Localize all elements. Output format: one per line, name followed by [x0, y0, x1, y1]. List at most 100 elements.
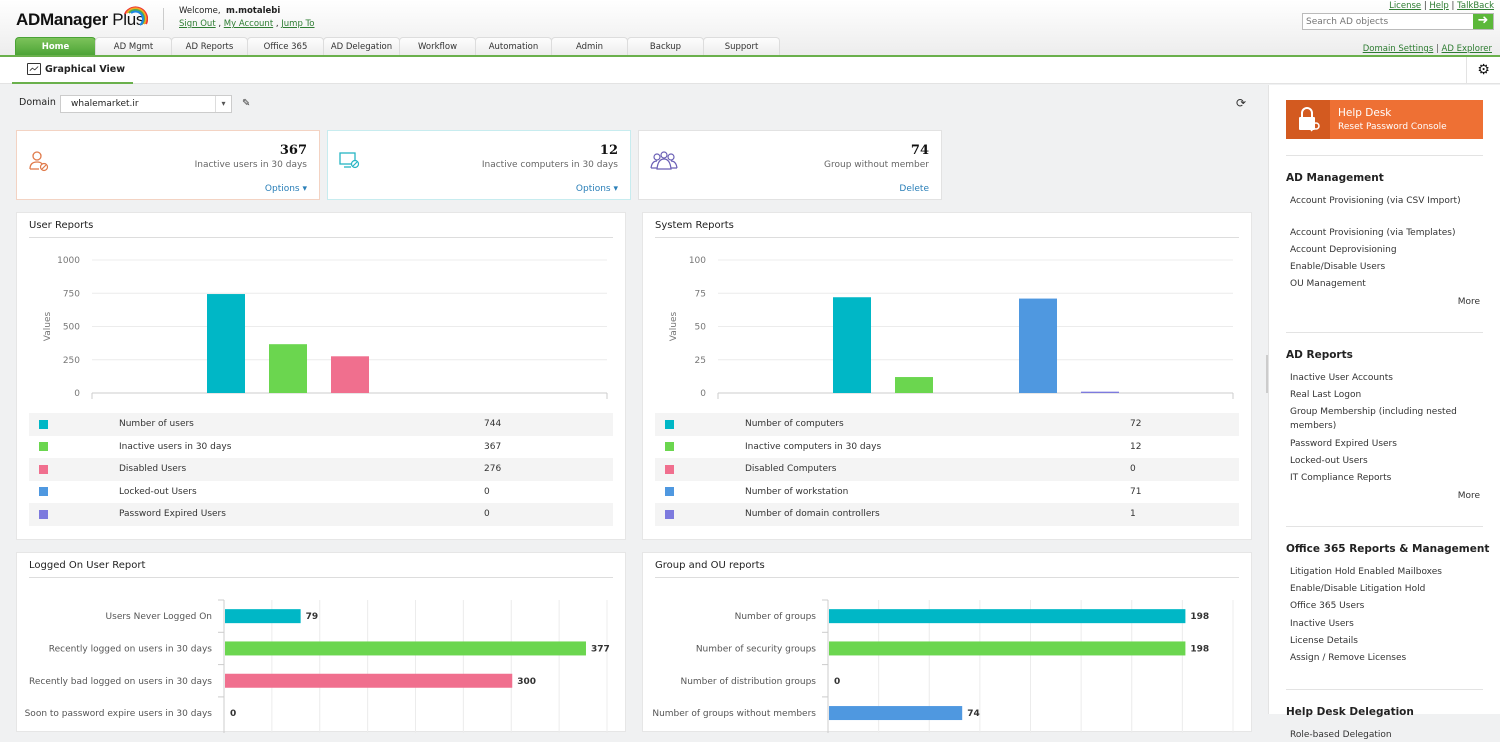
tab-workflow[interactable]: Workflow — [399, 37, 476, 56]
search-go-button[interactable]: ➜ — [1473, 14, 1493, 29]
card-description: Inactive users in 30 days — [194, 160, 307, 170]
legend-row[interactable]: Number of domain controllers 1 — [655, 503, 1239, 526]
gear-icon[interactable]: ⚙ — [1466, 57, 1500, 84]
tab-graphical-view[interactable]: Graphical View — [12, 57, 133, 84]
bar-number-of-security-groups[interactable] — [829, 641, 1186, 656]
y-tick-label: 500 — [63, 323, 80, 333]
sidebar-section-title: AD Reports — [1286, 348, 1353, 361]
sidebar-section-title: Help Desk Delegation — [1286, 705, 1414, 718]
sidebar-link[interactable]: Group Membership (including nested membe… — [1290, 405, 1480, 433]
domain-settings-link[interactable]: Domain Settings — [1363, 44, 1434, 54]
legend-value: 367 — [484, 441, 502, 452]
legend-value: 12 — [1130, 441, 1142, 452]
sidebar-link[interactable]: Account Provisioning (via CSV Import) — [1290, 194, 1480, 208]
tab-ad-delegation[interactable]: AD Delegation — [323, 37, 400, 56]
domain-select[interactable]: whalemarket.ir ▾ — [60, 95, 232, 113]
bar-number-of-groups-without-members[interactable] — [829, 706, 963, 721]
legend-row[interactable]: Inactive users in 30 days 367 — [29, 436, 613, 459]
sidebar-link[interactable]: License Details — [1290, 634, 1480, 648]
legend-row[interactable]: Number of workstation 71 — [655, 481, 1239, 504]
options-dropdown[interactable]: Options ▾ — [265, 184, 307, 194]
tab-automation[interactable]: Automation — [475, 37, 552, 56]
legend-row[interactable]: Locked-out Users 0 — [29, 481, 613, 504]
data-label: 198 — [1190, 612, 1209, 622]
bar-users-never-logged-on[interactable] — [225, 609, 301, 624]
lock-key-icon — [1286, 100, 1330, 139]
sidebar-divider — [1286, 155, 1483, 156]
legend-row[interactable]: Number of users 744 — [29, 413, 613, 436]
legend-swatch — [665, 509, 674, 519]
panel-title: Group and OU reports — [655, 560, 765, 571]
sidebar-section-title: Office 365 Reports & Management — [1286, 542, 1490, 555]
sidebar-link[interactable]: Inactive User Accounts — [1290, 371, 1480, 385]
more-link[interactable]: More — [1458, 491, 1480, 501]
license-link[interactable]: License — [1389, 1, 1421, 11]
delete-link[interactable]: Delete — [899, 184, 929, 194]
search-box: ➜ — [1302, 13, 1494, 30]
bar-inactive-computers-in-30-days[interactable] — [895, 377, 933, 393]
sidebar-link[interactable]: Real Last Logon — [1290, 388, 1480, 402]
bar-number-of-groups[interactable] — [829, 609, 1186, 624]
talkback-link[interactable]: TalkBack — [1457, 1, 1494, 11]
legend-row[interactable]: Inactive computers in 30 days 12 — [655, 436, 1239, 459]
bar-inactive-users-in-30-days[interactable] — [269, 344, 307, 393]
legend-row[interactable]: Password Expired Users 0 — [29, 503, 613, 526]
tab-ad-mgmt[interactable]: AD Mgmt — [95, 37, 172, 56]
tab-ad-reports[interactable]: AD Reports — [171, 37, 248, 56]
bar-number-of-users[interactable] — [207, 294, 245, 393]
bar-disabled-users[interactable] — [331, 356, 369, 393]
right-sidebar: Help Desk Reset Password Console AD Mana… — [1268, 85, 1500, 740]
legend-label: Inactive users in 30 days — [119, 441, 232, 452]
bar-recently-bad-logged-on-users-in-30-days[interactable] — [225, 673, 513, 688]
bar-number-of-computers[interactable] — [833, 297, 871, 393]
pencil-icon[interactable]: ✎ — [242, 98, 250, 109]
tab-office-365[interactable]: Office 365 — [247, 37, 324, 56]
legend-label: Number of users — [119, 419, 194, 430]
tab-home[interactable]: Home — [15, 37, 96, 56]
search-input[interactable] — [1303, 14, 1471, 29]
sidebar-link[interactable]: Enable/Disable Litigation Hold — [1290, 582, 1480, 596]
sign-out-link[interactable]: Sign Out — [179, 19, 216, 29]
legend-row[interactable]: Disabled Computers 0 — [655, 458, 1239, 481]
sidebar-link[interactable]: IT Compliance Reports — [1290, 471, 1480, 485]
more-link[interactable]: More — [1458, 297, 1480, 307]
bar-number-of-domain-controllers[interactable] — [1081, 391, 1119, 393]
sidebar-link[interactable]: Litigation Hold Enabled Mailboxes — [1290, 565, 1480, 579]
helpdesk-reset-password-button[interactable]: Help Desk Reset Password Console — [1286, 100, 1483, 139]
data-label: 0 — [834, 677, 840, 687]
legend-value: 1 — [1130, 509, 1136, 520]
bar-number-of-workstation[interactable] — [1019, 298, 1057, 393]
user-inactive-icon — [29, 151, 49, 172]
sidebar-link[interactable]: Role-based Delegation — [1290, 728, 1480, 742]
helpdesk-title: Help Desk — [1338, 107, 1392, 119]
legend-swatch — [665, 419, 674, 429]
helpdesk-subtitle: Reset Password Console — [1338, 122, 1447, 132]
sidebar-link[interactable]: Account Provisioning (via Templates) — [1290, 226, 1480, 240]
tab-admin[interactable]: Admin — [551, 37, 628, 56]
legend-row[interactable]: Number of computers 72 — [655, 413, 1239, 436]
help-link[interactable]: Help — [1429, 1, 1448, 11]
ad-explorer-link[interactable]: AD Explorer — [1442, 44, 1492, 54]
options-dropdown[interactable]: Options ▾ — [576, 184, 618, 194]
bar-recently-logged-on-users-in-30-days[interactable] — [225, 641, 586, 656]
tab-support[interactable]: Support — [703, 37, 780, 56]
my-account-link[interactable]: My Account — [224, 19, 273, 29]
sidebar-link[interactable]: Assign / Remove Licenses — [1290, 651, 1480, 665]
group-ou-chart: Number of groups 198 Number of security gr… — [652, 599, 1234, 733]
legend-row[interactable]: Disabled Users 276 — [29, 458, 613, 481]
sidebar-link[interactable]: Office 365 Users — [1290, 599, 1480, 613]
refresh-icon[interactable]: ⟳ — [1236, 96, 1246, 110]
sidebar-link[interactable]: Locked-out Users — [1290, 454, 1480, 468]
sidebar-link[interactable]: Password Expired Users — [1290, 437, 1480, 451]
data-label: 300 — [517, 677, 536, 687]
sidebar-link[interactable]: Enable/Disable Users — [1290, 260, 1480, 274]
jump-to-link[interactable]: Jump To — [281, 19, 314, 29]
sidebar-link[interactable]: OU Management — [1290, 277, 1480, 291]
y-tick-label: 750 — [63, 289, 80, 299]
data-label: 79 — [306, 612, 319, 622]
sidebar-link[interactable]: Account Deprovisioning — [1290, 243, 1480, 257]
tab-backup[interactable]: Backup — [627, 37, 704, 56]
data-label: 198 — [1190, 644, 1209, 654]
legend-label: Disabled Users — [119, 464, 187, 475]
sidebar-link[interactable]: Inactive Users — [1290, 617, 1480, 631]
